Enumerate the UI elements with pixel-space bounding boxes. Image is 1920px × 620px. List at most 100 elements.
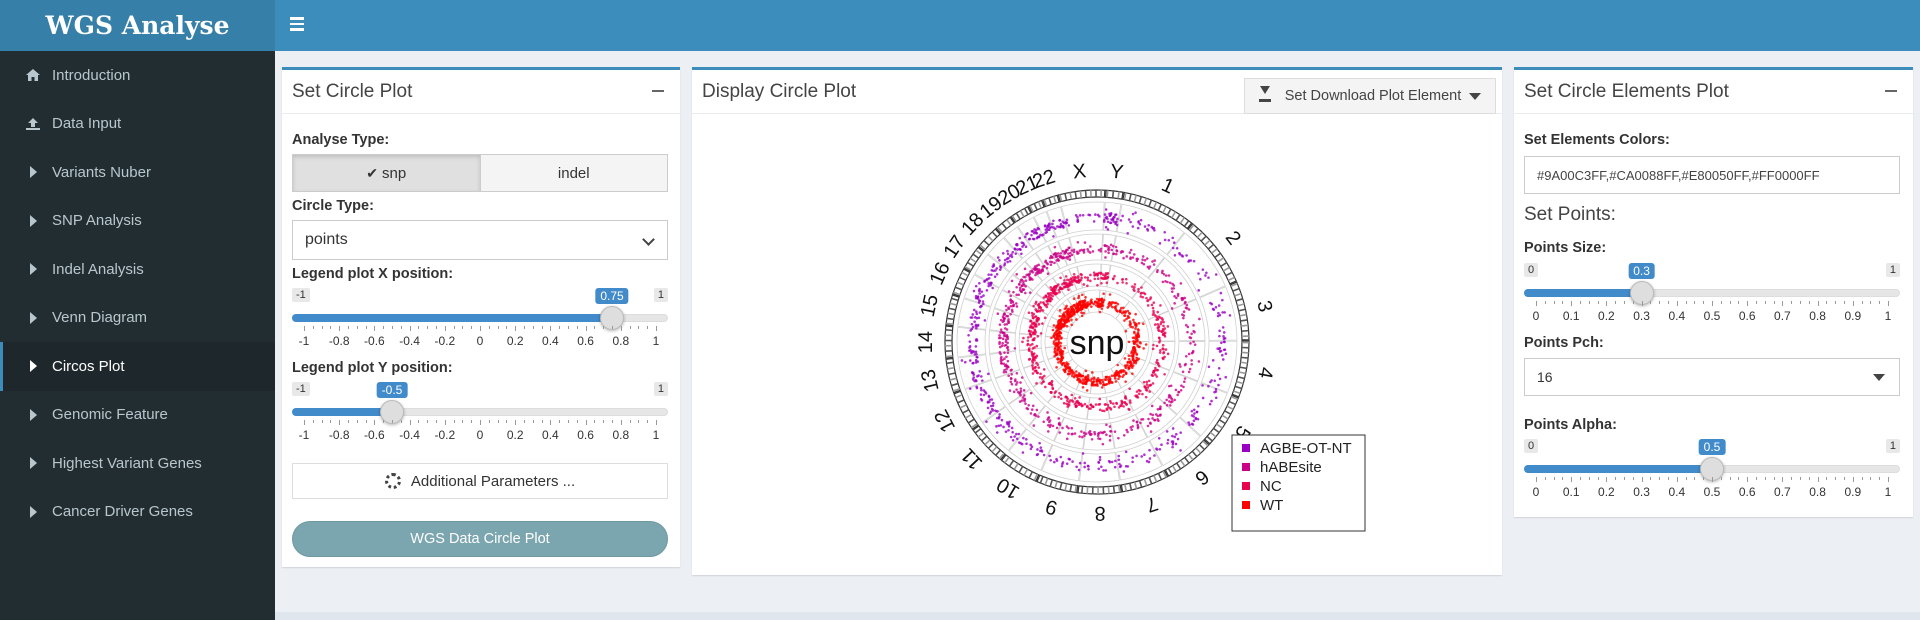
slider-minor-tick — [1703, 301, 1705, 304]
data-point — [1024, 235, 1027, 239]
sidebar-item-indel-analysis[interactable]: Indel Analysis — [0, 245, 275, 294]
sidebar-item-highest-variant-genes[interactable]: Highest Variant Genes — [0, 439, 275, 488]
data-point — [1053, 395, 1057, 399]
data-point — [1207, 365, 1211, 369]
data-point — [1127, 340, 1131, 344]
data-point — [1189, 342, 1192, 345]
data-point — [1058, 290, 1061, 294]
points-pch-select[interactable]: 16 — [1524, 358, 1900, 396]
data-point — [1131, 456, 1134, 459]
data-point — [1098, 455, 1102, 459]
legend-swatch — [1242, 501, 1250, 509]
data-point — [979, 397, 983, 401]
sidebar-item-venn-diagram[interactable]: Venn Diagram — [0, 294, 275, 343]
slider-tick-label: -0.2 — [434, 428, 456, 442]
slider-minor-tick — [383, 326, 385, 329]
data-point — [1183, 377, 1187, 380]
data-point — [1123, 319, 1126, 322]
points-size-slider[interactable]: 0 1 0.3 0 0.1 0.2 0.3 0.4 0.5 0.6 0.7 0.8 0.9 1 — [1524, 263, 1900, 323]
data-point — [1082, 379, 1085, 383]
data-point — [1109, 401, 1113, 405]
data-point — [1113, 465, 1117, 469]
circle-type-select[interactable]: points — [292, 220, 668, 260]
sidebar-item-circos-plot[interactable]: Circos Plot — [0, 342, 275, 391]
data-point — [1060, 397, 1063, 401]
slider-tick-label: 0 — [476, 428, 484, 442]
data-point — [1196, 417, 1200, 421]
data-point — [987, 273, 991, 276]
wgs-data-circle-plot-button[interactable]: WGS Data Circle Plot — [292, 521, 668, 557]
data-point — [1184, 306, 1188, 310]
analyse-option-snp[interactable]: ✔ snp — [292, 154, 481, 192]
slider-minor-tick — [1624, 301, 1625, 304]
set-circle-elements-panel: Set Circle Elements Plot Set Elements Co… — [1514, 67, 1913, 517]
menu-toggle-icon[interactable] — [290, 14, 306, 34]
sidebar-item-variants-nuber[interactable]: Variants Nuber — [0, 148, 275, 197]
sidebar-item-snp-analysis[interactable]: SNP Analysis — [0, 197, 275, 246]
data-point — [1029, 412, 1033, 415]
data-point — [1027, 311, 1031, 314]
data-point — [1187, 308, 1191, 311]
sidebar-item-introduction[interactable]: Introduction — [0, 51, 275, 100]
data-point — [1003, 333, 1006, 337]
legend-y-slider[interactable]: -1 1 -0.5 -1 -0.8 -0.6 -0.4 -0.2 0 0.2 0.4 0.6 0.8 1 — [292, 382, 668, 442]
data-point — [1151, 347, 1155, 351]
data-point — [1003, 344, 1007, 347]
additional-parameters-button[interactable]: Additional Parameters ... — [292, 463, 668, 499]
data-point — [1131, 460, 1134, 464]
sidebar-item-data-input[interactable]: Data Input — [0, 100, 275, 149]
data-point — [1170, 440, 1174, 443]
data-point — [1131, 212, 1135, 216]
elements-colors-input[interactable]: #9A00C3FF,#CA0088FF,#E80050FF,#FF0000FF — [1524, 156, 1900, 194]
data-point — [1067, 288, 1070, 292]
data-point — [1117, 370, 1121, 374]
data-point — [1031, 357, 1035, 361]
data-point — [1021, 451, 1025, 454]
collapse-icon[interactable] — [1885, 82, 1899, 102]
legend-x-slider[interactable]: -1 1 0.75 -1 -0.8 -0.6 -0.4 -0.2 0 0.2 0.4 0.6 0.8 1 — [292, 288, 668, 348]
data-point — [1088, 213, 1092, 217]
points-alpha-slider[interactable]: 0 1 0.5 0 0.1 0.2 0.3 0.4 0.5 0.6 0.7 0.8 0.9 1 — [1524, 439, 1900, 499]
data-point — [1061, 220, 1065, 224]
sidebar-item-genomic-feature[interactable]: Genomic Feature — [0, 391, 275, 440]
data-point — [1006, 252, 1010, 256]
collapse-icon[interactable] — [652, 82, 666, 102]
data-point — [1143, 225, 1147, 228]
caret-right-icon — [23, 360, 43, 373]
data-point — [1137, 287, 1140, 291]
data-point — [1019, 381, 1022, 384]
data-point — [1168, 404, 1172, 407]
data-point — [1010, 372, 1013, 376]
data-point — [1058, 219, 1061, 222]
data-point — [1074, 370, 1078, 373]
data-point — [1055, 366, 1058, 369]
ideogram-band — [945, 329, 953, 332]
data-point — [1008, 420, 1011, 424]
data-point — [1009, 301, 1013, 305]
slider-minor-tick — [1773, 301, 1775, 304]
data-point — [1131, 372, 1134, 375]
data-point — [1026, 407, 1030, 411]
data-point — [1034, 365, 1037, 369]
data-point — [1015, 305, 1019, 308]
data-point — [1007, 306, 1010, 309]
slider-tick-label: 0.8 — [612, 428, 630, 442]
analyse-option-indel[interactable]: indel — [480, 154, 668, 192]
data-point — [1027, 336, 1030, 339]
slider-tick — [1571, 477, 1573, 482]
ideogram-band — [946, 322, 954, 326]
data-point — [1055, 259, 1059, 262]
slider-minor-tick — [436, 326, 437, 329]
data-point — [1124, 372, 1128, 376]
data-point — [1030, 311, 1034, 315]
slider-minor-tick — [647, 326, 649, 329]
data-point — [1099, 247, 1103, 251]
sidebar-item-cancer-driver-genes[interactable]: Cancer Driver Genes — [0, 488, 275, 537]
data-point — [975, 355, 979, 359]
data-point — [1060, 324, 1064, 328]
data-point — [970, 350, 974, 354]
download-plot-button[interactable]: Set Download Plot Element — [1244, 78, 1496, 114]
data-point — [972, 289, 976, 293]
data-point — [1123, 401, 1127, 404]
data-point — [1070, 426, 1074, 430]
